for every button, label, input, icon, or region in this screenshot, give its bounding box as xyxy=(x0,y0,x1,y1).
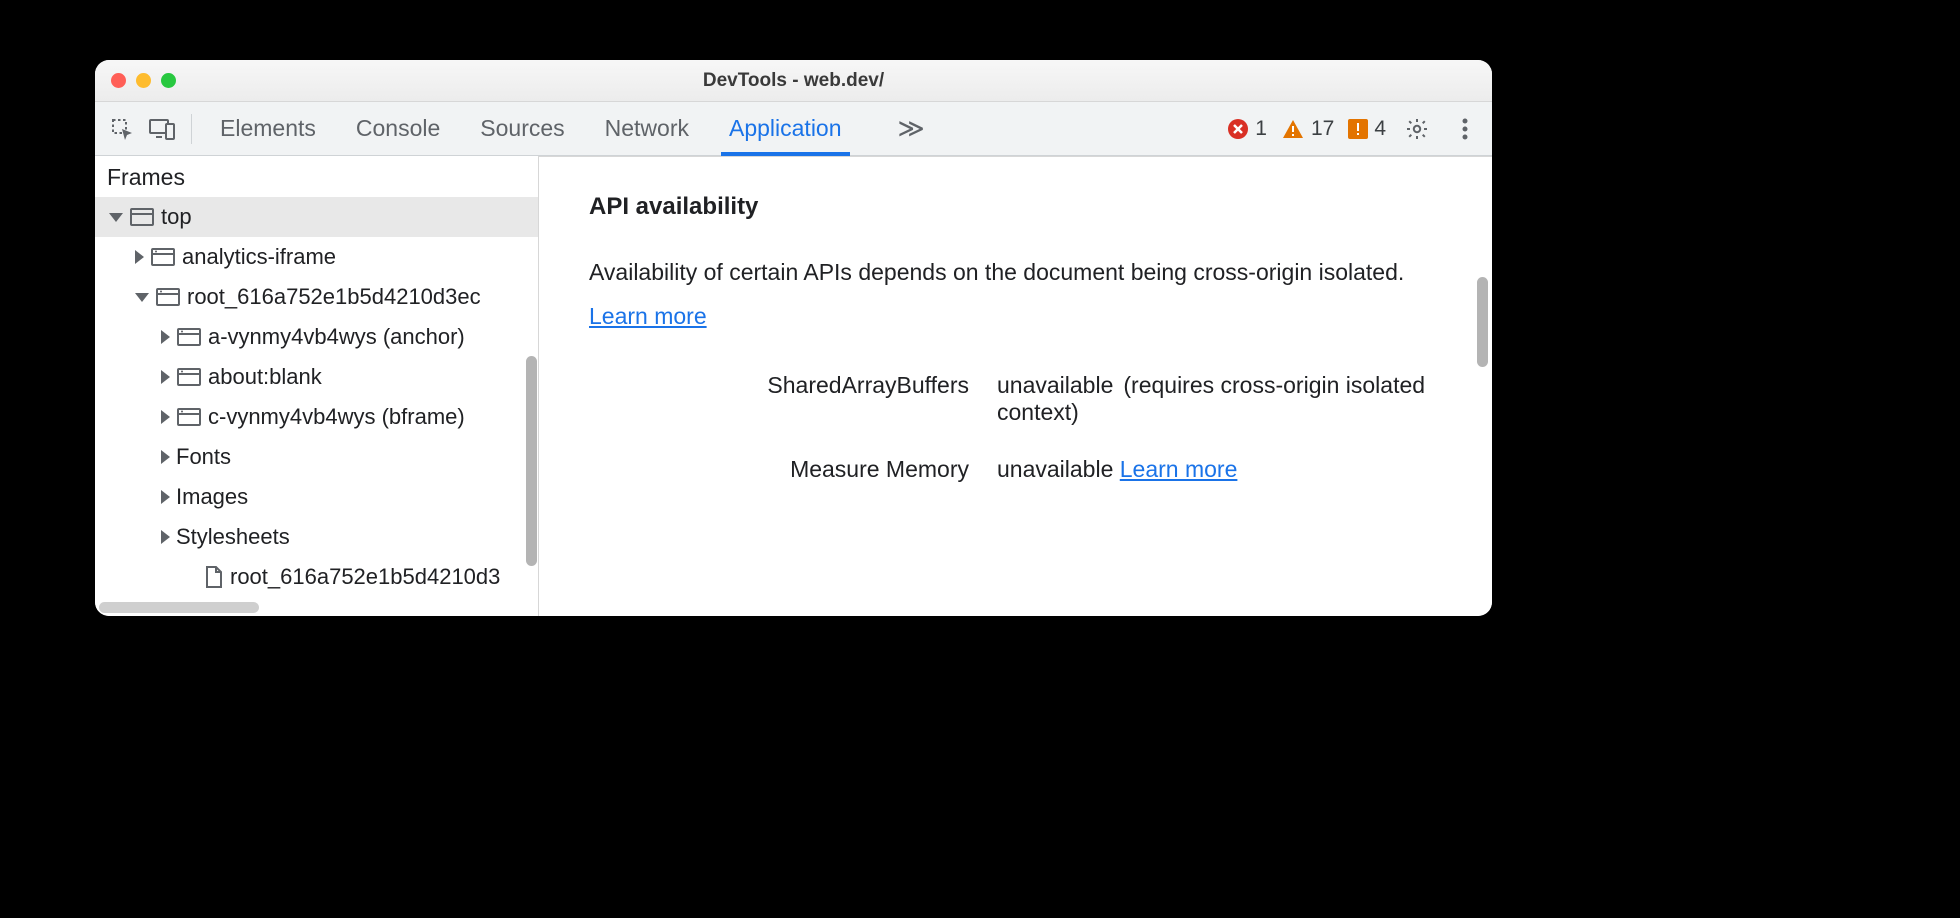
chevron-right-icon[interactable] xyxy=(161,450,170,464)
settings-icon[interactable] xyxy=(1400,112,1434,146)
sidebar: Frames top analytics-iframe root_616a752e1… xyxy=(95,156,539,616)
minimize-icon[interactable] xyxy=(136,73,151,88)
api-name: SharedArrayBuffers xyxy=(589,372,969,426)
traffic-lights xyxy=(95,73,176,88)
api-status: unavailable xyxy=(997,456,1113,482)
window-title: DevTools - web.dev/ xyxy=(95,70,1492,92)
api-name: Measure Memory xyxy=(589,456,969,483)
tree-row[interactable]: c-vynmy4vb4wys (bframe) xyxy=(95,397,538,437)
frame-icon xyxy=(176,327,202,347)
error-icon xyxy=(1227,118,1249,140)
tree-label: Fonts xyxy=(176,444,231,470)
api-value: unavailable Learn more xyxy=(997,456,1442,483)
chevron-right-icon[interactable] xyxy=(161,490,170,504)
tab-sources[interactable]: Sources xyxy=(478,102,566,155)
toolbar: Elements Console Sources Network Applica… xyxy=(95,102,1492,156)
tree-label: analytics-iframe xyxy=(182,244,336,270)
warning-count: 17 xyxy=(1311,117,1334,141)
issues-count: 4 xyxy=(1374,117,1386,141)
warning-icon xyxy=(1281,118,1305,140)
issues-icon xyxy=(1348,119,1368,139)
kebab-icon[interactable] xyxy=(1448,112,1482,146)
section-title: API availability xyxy=(589,193,1442,221)
tree-row[interactable]: Images xyxy=(95,477,538,517)
warning-counter[interactable]: 17 xyxy=(1281,117,1334,141)
tree-label: a-vynmy4vb4wys (anchor) xyxy=(208,324,465,350)
devtools-window: DevTools - web.dev/ Elements Console Sou… xyxy=(95,60,1492,616)
chevron-down-icon[interactable] xyxy=(109,213,123,222)
error-count: 1 xyxy=(1255,117,1267,141)
frame-icon xyxy=(150,247,176,267)
error-counter[interactable]: 1 xyxy=(1227,117,1267,141)
tree-row[interactable]: Fonts xyxy=(95,437,538,477)
more-tabs-icon[interactable]: ≫ xyxy=(898,113,921,144)
api-table: SharedArrayBuffers unavailable(requires c… xyxy=(589,372,1442,483)
content: Frames top analytics-iframe root_616a752e1… xyxy=(95,156,1492,616)
chevron-right-icon[interactable] xyxy=(135,250,144,264)
device-icon[interactable] xyxy=(145,112,179,146)
zoom-icon[interactable] xyxy=(161,73,176,88)
frame-icon xyxy=(155,287,181,307)
main-panel: API availability Availability of certain… xyxy=(539,156,1492,616)
status-counters: 1 17 4 xyxy=(1227,112,1482,146)
window-icon xyxy=(129,206,155,228)
tree-label: Stylesheets xyxy=(176,524,290,550)
desc-text: Availability of certain APIs depends on … xyxy=(589,259,1404,285)
chevron-right-icon[interactable] xyxy=(161,370,170,384)
sidebar-header: Frames xyxy=(95,156,538,197)
divider xyxy=(191,114,192,144)
chevron-right-icon[interactable] xyxy=(161,530,170,544)
tree-row[interactable]: a-vynmy4vb4wys (anchor) xyxy=(95,317,538,357)
chevron-right-icon[interactable] xyxy=(161,330,170,344)
issues-counter[interactable]: 4 xyxy=(1348,117,1386,141)
tree-row[interactable]: top xyxy=(95,197,538,237)
tree-row[interactable]: root_616a752e1b5d4210d3 xyxy=(95,557,538,597)
chevron-right-icon[interactable] xyxy=(161,410,170,424)
sidebar-scrollbar-h[interactable] xyxy=(99,602,259,613)
tree-label: root_616a752e1b5d4210d3 xyxy=(230,564,500,590)
tabs: Elements Console Sources Network Applica… xyxy=(218,102,921,155)
tree-label: about:blank xyxy=(208,364,322,390)
learn-more-link[interactable]: Learn more xyxy=(589,303,707,329)
tab-elements[interactable]: Elements xyxy=(218,102,318,155)
frame-icon xyxy=(176,367,202,387)
sidebar-scrollbar-v[interactable] xyxy=(526,356,537,566)
tree-label: Images xyxy=(176,484,248,510)
learn-more-link[interactable]: Learn more xyxy=(1120,456,1238,482)
tab-console[interactable]: Console xyxy=(354,102,442,155)
tree-row[interactable]: analytics-iframe xyxy=(95,237,538,277)
api-status: unavailable xyxy=(997,372,1113,398)
tree-label: top xyxy=(161,204,192,230)
tree-label: root_616a752e1b5d4210d3ec xyxy=(187,284,481,310)
inspect-icon[interactable] xyxy=(105,112,139,146)
main-scrollbar-v[interactable] xyxy=(1477,277,1488,367)
section-desc: Availability of certain APIs depends on … xyxy=(589,251,1442,338)
tab-application[interactable]: Application xyxy=(727,102,844,155)
chevron-down-icon[interactable] xyxy=(135,293,149,302)
api-value: unavailable(requires cross-origin isolat… xyxy=(997,372,1442,426)
tree-row[interactable]: Stylesheets xyxy=(95,517,538,557)
close-icon[interactable] xyxy=(111,73,126,88)
tree-row[interactable]: root_616a752e1b5d4210d3ec xyxy=(95,277,538,317)
frames-tree: top analytics-iframe root_616a752e1b5d4210… xyxy=(95,197,538,616)
tree-label: c-vynmy4vb4wys (bframe) xyxy=(208,404,465,430)
file-icon xyxy=(204,565,224,589)
tab-network[interactable]: Network xyxy=(603,102,691,155)
tree-row[interactable]: about:blank xyxy=(95,357,538,397)
titlebar: DevTools - web.dev/ xyxy=(95,60,1492,102)
frame-icon xyxy=(176,407,202,427)
